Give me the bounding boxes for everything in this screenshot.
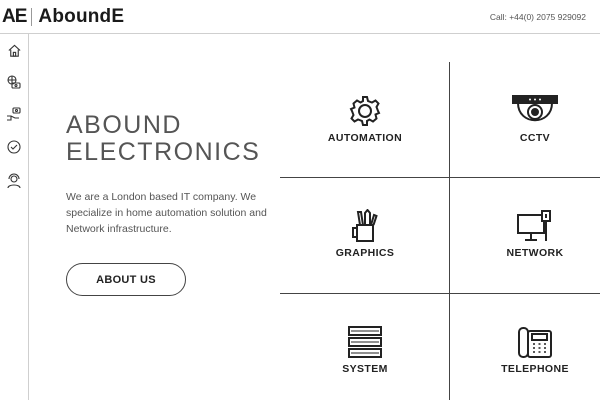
page-title: ABOUND ELECTRONICS (66, 112, 260, 166)
service-label: CCTV (519, 132, 551, 144)
server-icon (348, 326, 382, 358)
service-telephone[interactable]: TELEPHONE (450, 325, 600, 375)
sidebar (0, 34, 29, 400)
about-us-button[interactable]: ABOUT US (66, 263, 186, 296)
hand-coin-icon[interactable] (5, 105, 23, 123)
grid-divider-horizontal-2 (280, 293, 600, 294)
service-label: SYSTEM (342, 363, 388, 375)
gear-icon (349, 96, 381, 126)
hero-description: We are a London based IT company. We spe… (66, 191, 267, 235)
service-label: TELEPHONE (501, 363, 569, 375)
top-header: AE AboundE Call: +44(0) 2075 929092 (0, 0, 600, 34)
support-agent-icon[interactable] (5, 172, 23, 190)
service-cctv[interactable]: CCTV (450, 94, 600, 144)
service-graphics[interactable]: GRAPHICS (280, 209, 450, 259)
monitor-network-icon (517, 210, 551, 241)
home-icon[interactable] (5, 41, 23, 59)
pencil-cup-icon (352, 209, 378, 242)
grid-divider-horizontal-1 (280, 177, 600, 178)
globe-money-icon[interactable] (5, 73, 23, 91)
service-label: NETWORK (506, 247, 564, 259)
service-automation[interactable]: AUTOMATION (280, 94, 450, 144)
phone-number[interactable]: Call: +44(0) 2075 929092 (490, 12, 586, 22)
logo-mark: AE (2, 6, 27, 27)
phone-icon (518, 327, 552, 358)
logo-divider (31, 8, 33, 26)
service-system[interactable]: SYSTEM (280, 325, 450, 375)
service-network[interactable]: NETWORK (450, 209, 600, 259)
title-line-2: ELECTRONICS (66, 138, 261, 166)
handshake-icon[interactable] (5, 138, 23, 156)
logo-wordmark: AboundE (38, 6, 125, 27)
title-line-1: ABOUND (66, 111, 182, 139)
logo[interactable]: AE AboundE (2, 6, 124, 28)
service-label: AUTOMATION (327, 132, 403, 144)
service-label: GRAPHICS (335, 247, 395, 259)
camera-icon (512, 95, 558, 122)
